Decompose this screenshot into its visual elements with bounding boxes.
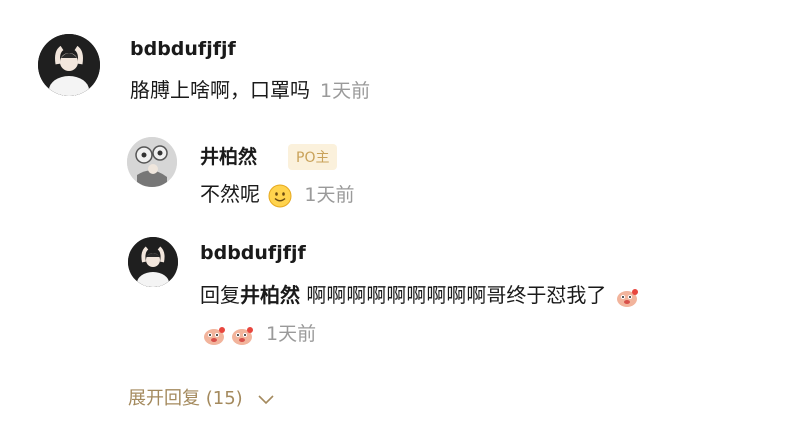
reply-mention[interactable]: 井柏然 — [240, 283, 300, 307]
avatar[interactable] — [38, 34, 100, 96]
chevron-down-icon — [258, 389, 274, 410]
po-badge: PO主 — [288, 144, 338, 170]
comment-username[interactable]: bdbdufjfjf — [130, 38, 236, 60]
comment-text: 胳膊上啥啊，口罩吗 — [130, 78, 310, 102]
reply-username[interactable]: bdbdufjfjf — [200, 242, 306, 264]
reply-time: 1天前 — [304, 184, 355, 206]
expand-replies-button[interactable]: 展开回复 (15) — [128, 384, 274, 410]
avatar[interactable] — [127, 137, 177, 187]
red-sticker-emoji-icon — [202, 323, 226, 347]
smile-emoji-icon — [268, 184, 292, 208]
reply-text: 不然呢 — [200, 182, 260, 206]
comment-time: 1天前 — [320, 80, 371, 102]
reply-username[interactable]: 井柏然 — [200, 142, 257, 169]
reply-time: 1天前 — [266, 323, 317, 345]
reply-meta: 1天前 — [200, 319, 316, 347]
reply-body: 回复井柏然 啊啊啊啊啊啊啊啊啊哥终于怼我了 — [200, 279, 641, 309]
expand-replies-label: 展开回复 (15) — [128, 388, 243, 409]
reply-body: 不然呢 1天前 — [200, 178, 354, 208]
red-sticker-emoji-icon — [230, 323, 254, 347]
avatar[interactable] — [128, 237, 178, 287]
red-sticker-emoji-icon — [615, 285, 639, 309]
reply-prefix: 回复 — [200, 283, 240, 307]
comment-body: 胳膊上啥啊，口罩吗 1天前 — [130, 74, 370, 103]
reply-text: 啊啊啊啊啊啊啊啊啊哥终于怼我了 — [306, 283, 607, 307]
